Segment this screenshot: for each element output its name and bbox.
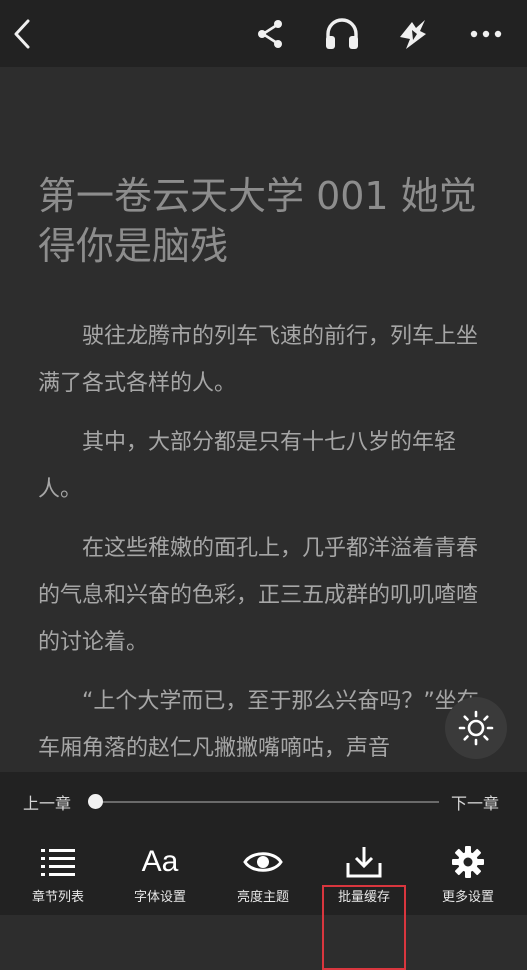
- brightness-theme-button[interactable]: 亮度主题: [218, 832, 308, 915]
- next-chapter-button[interactable]: 下一章: [451, 790, 499, 814]
- batch-download-button[interactable]: 批量缓存: [319, 832, 409, 915]
- list-icon: [13, 842, 103, 882]
- reading-area[interactable]: 第一卷云天大学 001 她觉得你是脑残 驶往龙腾市的列车飞速的前行，列车上坐满了…: [0, 67, 527, 772]
- chapter-navigation: 上一章 下一章: [0, 772, 527, 832]
- more-settings-label: 更多设置: [441, 890, 494, 905]
- more-settings-button[interactable]: 更多设置: [423, 832, 513, 915]
- brightness-theme-label: 亮度主题: [236, 890, 289, 905]
- paragraph: “上个大学而已，至于那么兴奋吗？”坐在车厢角落的赵仁凡撇撇嘴嘀咕，声音: [38, 689, 479, 761]
- font-settings-button[interactable]: Aa 字体设置: [115, 832, 205, 915]
- gear-icon: [423, 842, 513, 882]
- reader-toolbar: 章节列表 Aa 字体设置 亮度主题 批量缓存 更多设置: [0, 832, 527, 970]
- bottom-panel: 上一章 下一章 章节列表 Aa 字体设置 亮度主题 批量缓存 更多设置: [0, 772, 527, 970]
- paragraph: 驶往龙腾市的列车飞速的前行，列车上坐满了各式各样的人。: [38, 324, 479, 396]
- back-icon[interactable]: [2, 14, 42, 54]
- chapter-list-label: 章节列表: [31, 890, 84, 905]
- paragraph: 在这些稚嫩的面孔上，几乎都洋溢着青春的气息和兴奋的色彩，正三五成群的叽叽喳喳的讨…: [38, 536, 479, 655]
- font-glyph: Aa: [141, 845, 179, 878]
- share-icon[interactable]: [250, 14, 290, 54]
- chapter-progress-slider[interactable]: [95, 801, 439, 803]
- prev-chapter-button[interactable]: 上一章: [23, 790, 71, 814]
- eye-icon: [218, 842, 308, 882]
- chapter-list-button[interactable]: 章节列表: [13, 832, 103, 915]
- download-icon: [319, 842, 409, 882]
- top-bar: [0, 0, 527, 67]
- headphones-icon[interactable]: [322, 14, 362, 54]
- tip-icon[interactable]: [393, 14, 433, 54]
- font-settings-label: 字体设置: [133, 890, 186, 905]
- font-icon: Aa: [115, 842, 205, 882]
- slider-thumb[interactable]: [88, 794, 103, 809]
- brightness-button[interactable]: [445, 697, 507, 759]
- paragraph: 其中，大部分都是只有十七八岁的年轻人。: [38, 430, 457, 502]
- chapter-title: 第一卷云天大学 001 她觉得你是脑残: [38, 174, 477, 268]
- sun-icon: [458, 710, 494, 746]
- batch-download-label: 批量缓存: [337, 890, 390, 905]
- more-icon[interactable]: [466, 14, 506, 54]
